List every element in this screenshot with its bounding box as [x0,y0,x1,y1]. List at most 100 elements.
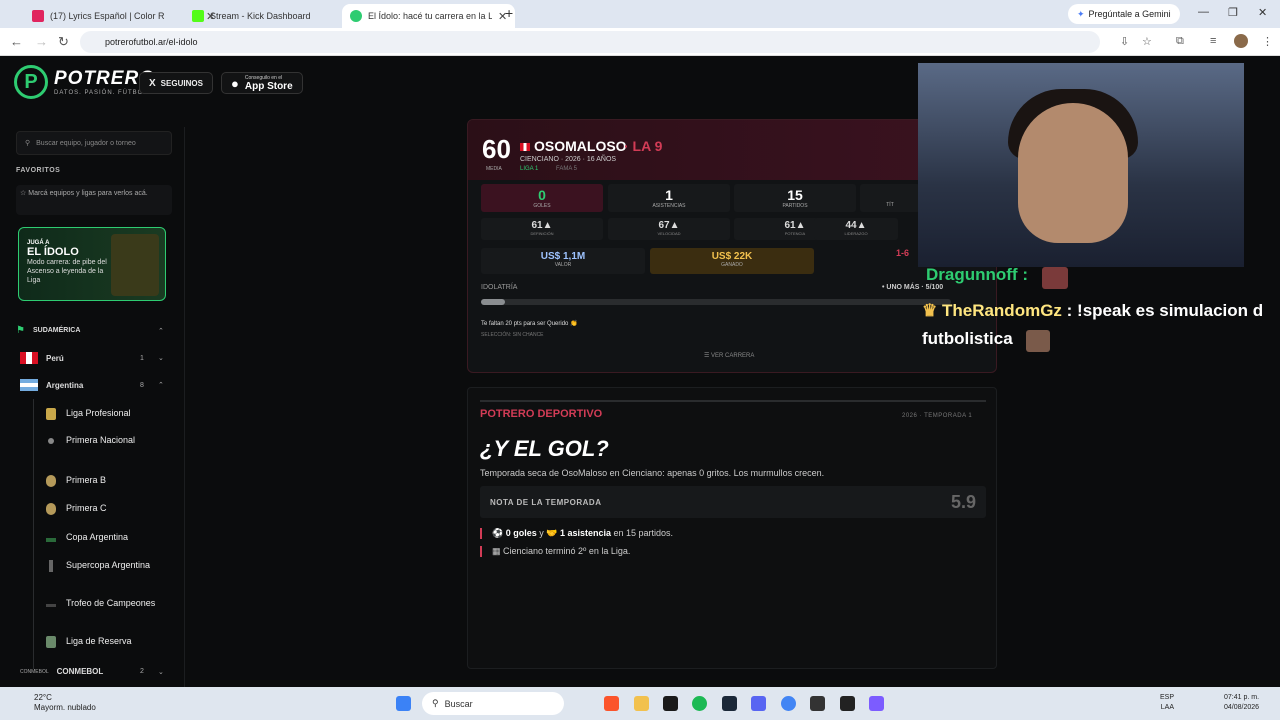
install-icon[interactable]: ⇩ [1120,35,1129,48]
gemini-button[interactable]: ✦ Pregúntale a Gemini [1068,4,1180,24]
ball-icon: ⚽ [492,528,506,538]
league-trofeo-de-campeones[interactable]: Trofeo de Campeones [46,597,156,610]
league-badge-icon [48,437,54,444]
country-argentina[interactable]: Argentina 8 ⌃ [20,379,170,391]
chat-message-1: Dragunnoff : [926,265,1028,284]
last-result: 1-6 [896,248,910,258]
close-window-icon[interactable]: ✕ [1258,6,1267,19]
el-idolo-promo[interactable]: JUGÁ A EL ÍDOLO Modo carrera: de pibe de… [18,227,166,301]
media-icon[interactable]: ≡ [1210,35,1216,47]
season-fact-stats: ⚽ 0 goles y 🤝 1 asistencia en 15 partido… [480,528,673,539]
clock[interactable]: 07:41 p. m. 04/08/2026 [1224,693,1259,713]
kick-icon[interactable] [663,696,678,711]
start-icon[interactable] [396,696,411,711]
forward-icon[interactable]: → [35,34,48,49]
chart-icon: ▦ [492,546,504,556]
player-info: CIENCIANO · 2026 · 16 AÑOS [520,156,617,163]
league-primera-nacional[interactable]: Primera Nacional [46,434,156,447]
region-icon: ⚑ [16,325,25,336]
idolatria-level: • UNO MÁS · 5/100 [882,284,944,291]
potrero-logo[interactable]: P POTRERO DATOS. PASIÓN. FÚTBOL. [14,65,155,99]
region-sudamerica[interactable]: ⚑ SUDAMÉRICA ⌃ [16,325,166,336]
league-primera-b[interactable]: Primera B [46,474,106,487]
league-liga-de-reserva[interactable]: Liga de Reserva [46,635,132,648]
profile-avatar[interactable] [1234,34,1248,48]
spotify-icon[interactable] [692,696,707,711]
app-icon[interactable] [840,696,855,711]
chat-message-2-cont: futbolistica [922,329,1013,348]
league-badge-icon [46,474,56,487]
league-liga-profesional[interactable]: Liga Profesional [46,407,131,420]
region-conmebol[interactable]: CONMEBOL CONMEBOL 2 ⌄ [20,667,170,676]
follow-button[interactable]: X SEGUINOS [139,72,213,94]
folder-icon[interactable] [634,696,649,711]
league-badge-icon [46,502,56,515]
logo-icon: P [14,65,48,99]
chrome-icon[interactable] [781,696,796,711]
league-supercopa-argentina[interactable]: Supercopa Argentina [46,559,156,572]
reload-icon[interactable]: ↻ [58,34,69,50]
bookmark-icon[interactable]: ☆ [1142,35,1152,48]
webcam-overlay [918,63,1244,267]
steam-icon[interactable] [722,696,737,711]
weather-widget[interactable]: 22°C Mayorm. nublado [14,693,96,713]
tab-el-idolo[interactable]: El Ídolo: hacé tu carrera en la Li ✕ [342,4,516,28]
player-fame: FAMA 5 [556,166,578,172]
x-icon: X [149,77,156,89]
minimize-icon[interactable]: — [1198,6,1209,18]
chevron-down-icon: ⌄ [158,355,164,362]
idolatria-label: IDOLATRÍA [481,284,518,291]
kick-icon [192,10,204,22]
app-icon[interactable] [869,696,884,711]
stat-titulos: TÍT [860,184,920,212]
back-icon[interactable]: ← [10,34,23,49]
brave-icon[interactable] [604,696,619,711]
language-indicator[interactable]: ESP LAA [1160,693,1174,713]
tree-line [33,399,34,669]
country-peru[interactable]: Perú 1 ⌄ [20,352,170,364]
taskbar: 22°C Mayorm. nublado ⚲ Buscar ESP LAA 07… [0,687,1280,720]
taskbar-search[interactable]: ⚲ Buscar [422,692,564,715]
trophy-icon [46,604,56,607]
obs-icon[interactable] [810,696,825,711]
chevron-up-icon: ⌃ [158,327,164,335]
season-description: Temporada seca de OsoMaloso en Cienciano… [480,468,825,478]
player-league: LIGA 1 [520,166,539,172]
league-badge-icon [46,407,56,420]
new-tab-button[interactable]: + [505,5,513,21]
season-summary: POTRERO DEPORTIVO 2026 · TEMPORADA 1 ¿Y … [467,387,997,669]
maximize-icon[interactable]: ❐ [1228,6,1238,19]
divider [480,400,986,402]
league-primera-c[interactable]: Primera C [46,502,107,515]
money-ganado: US$ 22K GANADO [650,248,814,274]
apple-icon: ● [231,75,239,91]
url-field[interactable]: potrerofutbol.ar/el-idolo [80,31,1100,53]
discord-icon[interactable] [751,696,766,711]
player-position: · LA 9 [624,138,663,154]
idolatria-progress-fill [481,299,505,305]
argentina-flag-icon [20,379,38,391]
extensions-icon[interactable]: ⧉ [1176,35,1184,48]
attr-velocidad: 67▲ VELOCIDAD [608,218,730,240]
attr-liderazgo: 44▲ LIDERAZGO [814,218,898,240]
peru-flag-icon [20,352,38,364]
address-bar: ← → ↻ potrerofutbol.ar/el-idolo ⇩ ☆ ⧉ ≡ … [0,28,1280,56]
league-copa-argentina[interactable]: Copa Argentina [46,531,128,544]
season-brand: POTRERO DEPORTIVO [480,408,603,420]
browser-tabbar: (17) Lyrics Español | Color R ✕ Stream -… [0,0,1280,28]
gemini-icon: ✦ [1077,8,1085,19]
search-input[interactable]: ⚲ Buscar equipo, jugador o torneo [16,131,172,155]
season-fact-table: ▦ Cienciano terminó 2º en la Liga. [480,546,630,557]
player-card-image [111,234,159,296]
potrero-icon [350,10,362,22]
search-icon: ⚲ [25,140,31,147]
star-icon: ☆ [20,190,29,197]
chat-message-2: ♛ TheRandomGz : !speak es simulacion d [922,301,1264,320]
app-store-button[interactable]: ● Conseguilo en el App Store [221,72,303,94]
menu-icon[interactable]: ⋮ [1262,35,1273,48]
view-career-button[interactable]: ☰ VER CARRERA [704,352,754,359]
player-name: OSOMALOSO [520,138,627,154]
player-rating: 60 [482,134,511,164]
league-badge-icon [46,635,56,648]
chevron-down-icon: ⌄ [158,668,164,676]
